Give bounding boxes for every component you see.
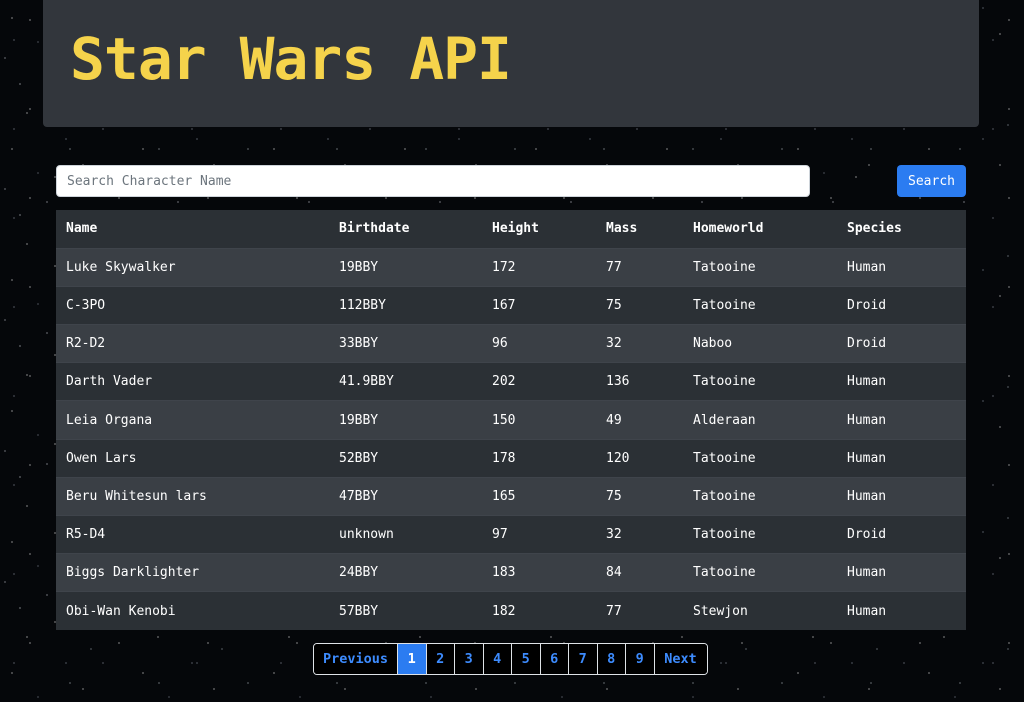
page-header: Star Wars API: [43, 0, 979, 127]
cell-birthdate: 24BBY: [329, 553, 482, 592]
cell-mass: 75: [596, 285, 683, 325]
cell-mass: 77: [596, 247, 683, 287]
cell-name: Obi-Wan Kenobi: [56, 591, 329, 631]
page-button-4[interactable]: 4: [483, 644, 512, 674]
column-header-birthdate: Birthdate: [329, 210, 482, 249]
cell-homeworld: Naboo: [683, 324, 837, 363]
page-button-9[interactable]: 9: [626, 644, 655, 674]
cell-mass: 49: [596, 400, 683, 440]
cell-name: Biggs Darklighter: [56, 553, 329, 592]
cell-mass: 32: [596, 324, 683, 363]
cell-birthdate: unknown: [329, 514, 482, 554]
pagination-previous-button[interactable]: Previous: [314, 644, 398, 674]
page-title: Star Wars API: [70, 25, 512, 93]
cell-height: 97: [482, 514, 596, 554]
table-row: R5-D4 unknown 97 32 Tatooine Droid: [56, 514, 966, 554]
cell-birthdate: 19BBY: [329, 400, 482, 440]
cell-name: Owen Lars: [56, 438, 329, 478]
table-row: C-3PO 112BBY 167 75 Tatooine Droid: [56, 285, 966, 325]
table-row: R2-D2 33BBY 96 32 Naboo Droid: [56, 324, 966, 363]
table-row: Obi-Wan Kenobi 57BBY 182 77 Stewjon Huma…: [56, 591, 966, 631]
cell-homeworld: Tatooine: [683, 514, 837, 554]
table-row: Luke Skywalker 19BBY 172 77 Tatooine Hum…: [56, 247, 966, 287]
cell-birthdate: 57BBY: [329, 591, 482, 631]
search-input[interactable]: [56, 165, 810, 197]
cell-mass: 77: [596, 591, 683, 631]
cell-name: Luke Skywalker: [56, 247, 329, 287]
cell-birthdate: 41.9BBY: [329, 362, 482, 401]
cell-birthdate: 47BBY: [329, 476, 482, 516]
cell-species: Human: [837, 438, 966, 478]
cell-birthdate: 52BBY: [329, 438, 482, 478]
table-row: Beru Whitesun lars 47BBY 165 75 Tatooine…: [56, 476, 966, 516]
cell-mass: 75: [596, 476, 683, 516]
cell-homeworld: Stewjon: [683, 591, 837, 631]
table-row: Biggs Darklighter 24BBY 183 84 Tatooine …: [56, 553, 966, 592]
cell-homeworld: Tatooine: [683, 553, 837, 592]
cell-height: 165: [482, 476, 596, 516]
characters-table: Name Birthdate Height Mass Homeworld Spe…: [56, 210, 966, 631]
page-button-3[interactable]: 3: [455, 644, 484, 674]
cell-birthdate: 112BBY: [329, 285, 482, 325]
cell-species: Human: [837, 591, 966, 631]
cell-homeworld: Tatooine: [683, 438, 837, 478]
cell-species: Droid: [837, 324, 966, 363]
cell-birthdate: 19BBY: [329, 247, 482, 287]
cell-height: 202: [482, 362, 596, 401]
column-header-mass: Mass: [596, 210, 683, 249]
cell-homeworld: Alderaan: [683, 400, 837, 440]
cell-mass: 32: [596, 514, 683, 554]
search-button[interactable]: Search: [897, 165, 966, 197]
page-button-7[interactable]: 7: [569, 644, 598, 674]
cell-homeworld: Tatooine: [683, 362, 837, 401]
page-button-6[interactable]: 6: [540, 644, 569, 674]
cell-name: C-3PO: [56, 285, 329, 325]
cell-name: Leia Organa: [56, 400, 329, 440]
cell-homeworld: Tatooine: [683, 285, 837, 325]
table-header-row: Name Birthdate Height Mass Homeworld Spe…: [56, 210, 966, 249]
cell-species: Human: [837, 247, 966, 287]
cell-homeworld: Tatooine: [683, 476, 837, 516]
table-row: Leia Organa 19BBY 150 49 Alderaan Human: [56, 400, 966, 440]
column-header-height: Height: [482, 210, 596, 249]
cell-height: 183: [482, 553, 596, 592]
cell-species: Human: [837, 362, 966, 401]
cell-height: 96: [482, 324, 596, 363]
cell-height: 182: [482, 591, 596, 631]
cell-homeworld: Tatooine: [683, 247, 837, 287]
page-button-2[interactable]: 2: [426, 644, 455, 674]
cell-species: Human: [837, 400, 966, 440]
cell-height: 167: [482, 285, 596, 325]
cell-mass: 136: [596, 362, 683, 401]
cell-species: Human: [837, 553, 966, 592]
column-header-name: Name: [56, 210, 329, 249]
cell-name: Darth Vader: [56, 362, 329, 401]
pagination: Previous 1 2 3 4 5 6 7 8 9 Next: [313, 643, 708, 675]
page-button-5[interactable]: 5: [512, 644, 541, 674]
table-row: Owen Lars 52BBY 178 120 Tatooine Human: [56, 438, 966, 478]
pagination-next-button[interactable]: Next: [654, 644, 707, 674]
cell-species: Human: [837, 476, 966, 516]
cell-name: Beru Whitesun lars: [56, 476, 329, 516]
cell-mass: 120: [596, 438, 683, 478]
cell-species: Droid: [837, 285, 966, 325]
cell-height: 150: [482, 400, 596, 440]
column-header-species: Species: [837, 210, 966, 249]
cell-height: 172: [482, 247, 596, 287]
cell-mass: 84: [596, 553, 683, 592]
page-button-8[interactable]: 8: [597, 644, 626, 674]
cell-species: Droid: [837, 514, 966, 554]
column-header-homeworld: Homeworld: [683, 210, 837, 249]
cell-birthdate: 33BBY: [329, 324, 482, 363]
cell-height: 178: [482, 438, 596, 478]
table-row: Darth Vader 41.9BBY 202 136 Tatooine Hum…: [56, 362, 966, 401]
cell-name: R2-D2: [56, 324, 329, 363]
page-button-1[interactable]: 1: [398, 644, 427, 674]
cell-name: R5-D4: [56, 514, 329, 554]
